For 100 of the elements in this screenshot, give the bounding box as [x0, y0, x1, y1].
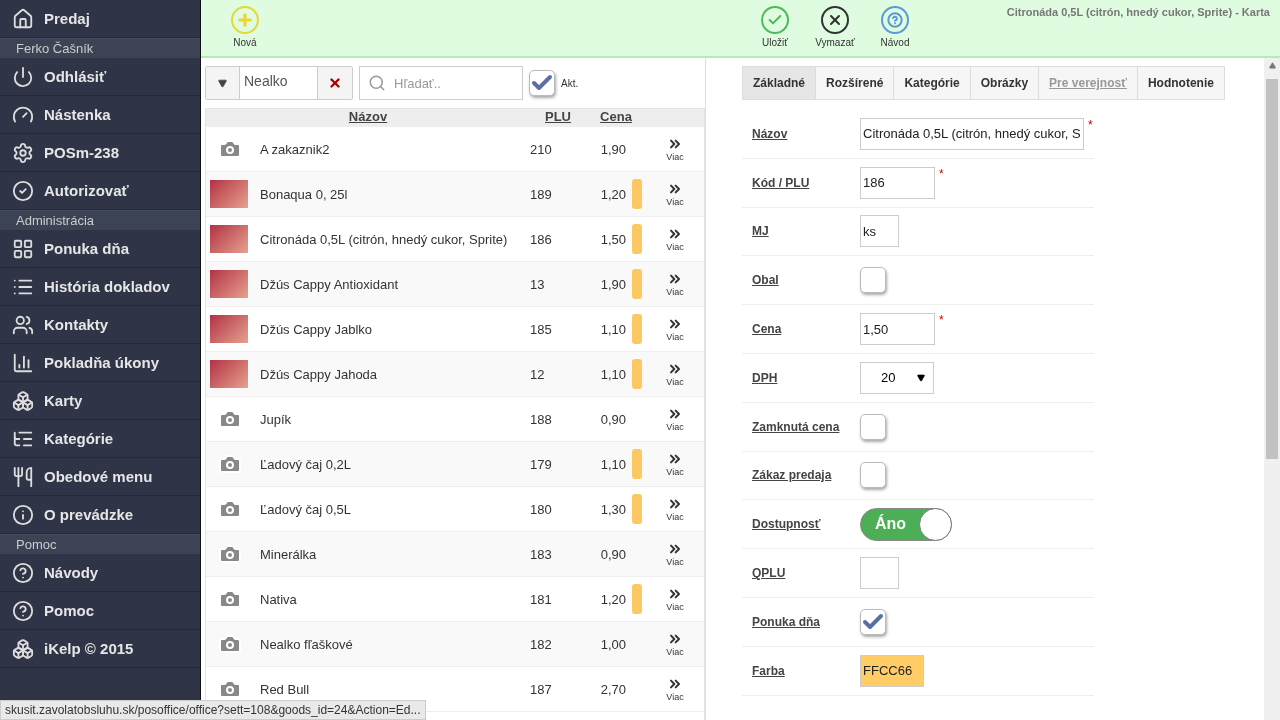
- sidebar-item-icon: [12, 599, 34, 622]
- sidebar-item[interactable]: Odhlásiť: [0, 58, 200, 96]
- sidebar-item[interactable]: História dokladov: [0, 268, 200, 306]
- color-field[interactable]: FFCC66: [860, 654, 924, 687]
- field-label[interactable]: Obal: [752, 273, 860, 288]
- more-link[interactable]: Viac: [646, 136, 704, 162]
- more-link[interactable]: Viac: [646, 541, 704, 567]
- scrollbar[interactable]: [1264, 58, 1280, 720]
- field-label[interactable]: QPLU: [752, 566, 860, 581]
- more-link[interactable]: Viac: [646, 586, 704, 612]
- select-field[interactable]: 20: [860, 361, 934, 394]
- sidebar-item[interactable]: POSm-238: [0, 134, 200, 172]
- toolbar-button[interactable]: Uložiť: [745, 6, 805, 56]
- field-label[interactable]: Zamknutá cena: [752, 419, 860, 434]
- sidebar-item[interactable]: Pomoc: [0, 592, 200, 630]
- toolbar-button[interactable]: Vymazať: [805, 6, 865, 56]
- more-link[interactable]: Viac: [646, 226, 704, 252]
- category-dropdown[interactable]: Nealko: [205, 66, 353, 100]
- input-field[interactable]: 186: [860, 166, 935, 199]
- tab[interactable]: Rozšírené: [815, 66, 895, 100]
- sidebar-item[interactable]: Kategórie: [0, 420, 200, 458]
- more-link[interactable]: Viac: [646, 676, 704, 702]
- more-link[interactable]: Viac: [646, 181, 704, 207]
- sidebar-item-icon: [12, 313, 34, 336]
- column-header[interactable]: Cena: [586, 109, 646, 127]
- sidebar-item[interactable]: iKelp © 2015: [0, 630, 200, 668]
- plu-cell-text: 188: [530, 411, 553, 427]
- plu-cell-text: 210: [530, 141, 553, 157]
- plu-cell-text: 13: [530, 276, 546, 292]
- checkbox[interactable]: [860, 608, 886, 635]
- plu-cell-text: 189: [530, 186, 553, 202]
- plu-cell-text: 187: [530, 681, 553, 697]
- field-label[interactable]: Farba: [752, 663, 860, 678]
- product-name: Džús Cappy Jahoda: [260, 366, 379, 382]
- field-label[interactable]: Kód / PLU: [752, 175, 860, 190]
- tab[interactable]: Základné: [742, 66, 817, 100]
- more-link[interactable]: Viac: [646, 451, 704, 477]
- tab[interactable]: Obrázky: [969, 66, 1040, 100]
- photo-placeholder: [210, 315, 248, 343]
- price-cell-text: 1,20: [599, 591, 627, 607]
- plu-cell-text: 183: [530, 546, 553, 562]
- field-label[interactable]: Dostupnosť: [752, 517, 860, 532]
- checkbox[interactable]: [860, 462, 886, 489]
- sidebar-item[interactable]: Ponuka dňa: [0, 230, 200, 268]
- more-link[interactable]: Viac: [646, 406, 704, 432]
- card-title: Citronáda 0,5L (citrón, hnedý cukor, Sprite) - Karta: [1006, 6, 1270, 20]
- input-field[interactable]: [860, 557, 899, 590]
- sidebar-section-header: Administrácia: [0, 210, 200, 230]
- active-label: Akt.: [561, 77, 579, 89]
- sidebar-item-icon: [12, 637, 34, 660]
- field-label[interactable]: DPH: [752, 370, 860, 385]
- field-label[interactable]: Zákaz predaja: [752, 468, 860, 483]
- product-name: Citronáda 0,5L (citrón, hnedý cukor, Sprite): [260, 231, 509, 247]
- plu-cell-text: 181: [530, 591, 553, 607]
- input-field[interactable]: 1,50: [860, 313, 935, 346]
- dropdown-button[interactable]: [206, 67, 240, 99]
- active-checkbox[interactable]: [529, 70, 555, 96]
- price-cell-text: 1,10: [599, 366, 627, 382]
- clear-button[interactable]: [318, 67, 352, 99]
- sidebar-item-icon: [12, 65, 34, 88]
- more-link[interactable]: Viac: [646, 361, 704, 387]
- more-link[interactable]: Viac: [646, 271, 704, 297]
- photo-placeholder: [210, 360, 248, 388]
- tab[interactable]: Kategórie: [893, 66, 971, 100]
- more-link[interactable]: Viac: [646, 496, 704, 522]
- column-header[interactable]: PLU: [530, 109, 586, 127]
- input-field[interactable]: Citronáda 0,5L (citrón, hnedý cukor, S: [860, 117, 1084, 150]
- field-label[interactable]: MJ: [752, 224, 860, 239]
- sidebar-item[interactable]: Obedové menu: [0, 458, 200, 496]
- price-cell-text: 0,90: [599, 411, 627, 427]
- sidebar-item[interactable]: Kontakty: [0, 306, 200, 344]
- required-mark: *: [1088, 117, 1093, 132]
- more-link[interactable]: Viac: [646, 316, 704, 342]
- sidebar-item-icon: [12, 351, 34, 374]
- plu-cell-text: 179: [530, 456, 553, 472]
- new-button[interactable]: Nová: [215, 6, 275, 56]
- product-name: Džús Cappy Jablko: [260, 321, 373, 337]
- caret-icon: [917, 373, 925, 382]
- sidebar-item-icon: [12, 389, 34, 412]
- sidebar-item-icon: [12, 141, 34, 164]
- field-label[interactable]: Názov: [752, 126, 860, 141]
- sidebar-item[interactable]: Karty: [0, 382, 200, 420]
- sidebar-item[interactable]: Pokladňa úkony: [0, 344, 200, 382]
- field-label[interactable]: Ponuka dňa: [752, 614, 860, 629]
- product-name: Jupík: [260, 411, 293, 427]
- sidebar-item[interactable]: Nástenka: [0, 96, 200, 134]
- column-header[interactable]: Názov: [206, 109, 530, 127]
- input-field[interactable]: ks: [860, 215, 899, 248]
- more-link[interactable]: Viac: [646, 631, 704, 657]
- price-cell-text: 1,90: [599, 141, 627, 157]
- price-cell-text: 1,10: [599, 321, 627, 337]
- sidebar-item-icon: [12, 179, 34, 202]
- field-label[interactable]: Cena: [752, 322, 860, 337]
- checkbox[interactable]: [860, 413, 886, 440]
- toolbar-button[interactable]: Návod: [865, 6, 925, 56]
- camera-icon: [218, 542, 242, 566]
- checkbox[interactable]: [860, 267, 886, 294]
- sidebar-item[interactable]: Návody: [0, 554, 200, 592]
- tab[interactable]: Hodnotenie: [1136, 66, 1225, 100]
- price-cell-text: 1,90: [599, 276, 627, 292]
